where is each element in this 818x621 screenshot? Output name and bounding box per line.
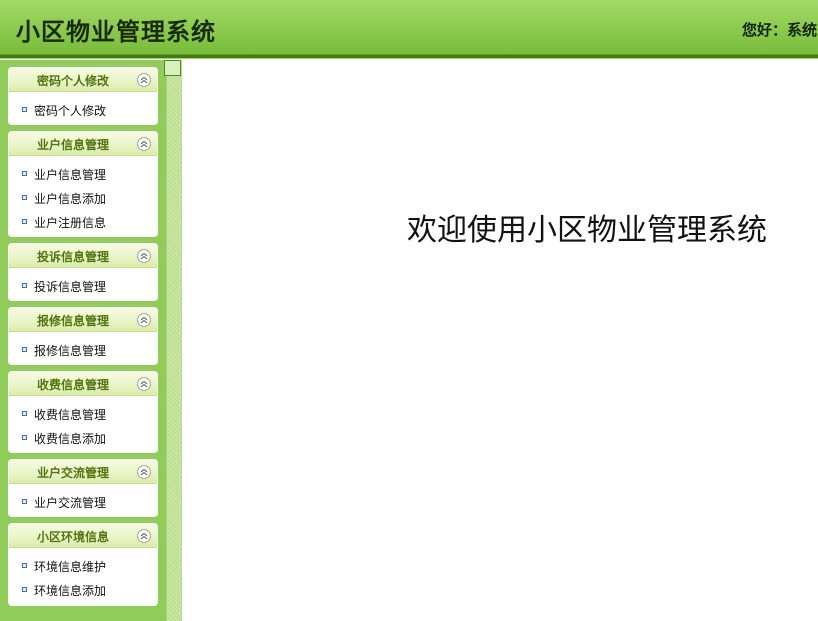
menu-item-label: 收费信息管理 (34, 408, 107, 422)
sidebar: 密码个人修改 密码个人修改 业户信息管理 业户信息管理 业户信息添加 业户注册信… (0, 60, 166, 621)
menu-item-fee-manage[interactable]: 收费信息管理 (9, 401, 157, 425)
panel-title: 业户信息管理 (36, 138, 109, 152)
menu-item-label: 业户信息添加 (34, 192, 107, 206)
menu-item-label: 投诉信息管理 (34, 280, 107, 294)
chevron-up-icon[interactable] (137, 73, 151, 87)
menu-item-password-edit[interactable]: 密码个人修改 (9, 97, 157, 121)
panel-header[interactable]: 收费信息管理 (9, 372, 157, 396)
app-title: 小区物业管理系统 (16, 18, 216, 46)
square-bullet-icon (22, 411, 27, 416)
chevron-up-icon[interactable] (137, 249, 151, 263)
menu-item-label: 业户交流管理 (34, 496, 107, 510)
chevron-up-icon[interactable] (137, 137, 151, 151)
chevron-up-icon[interactable] (137, 313, 151, 327)
panel-header[interactable]: 业户交流管理 (9, 460, 157, 484)
sidebar-splitter[interactable] (166, 60, 182, 621)
panel-header[interactable]: 投诉信息管理 (9, 244, 157, 268)
menu-item-label: 业户信息管理 (34, 168, 107, 182)
square-bullet-icon (22, 587, 27, 592)
panel-complaints: 投诉信息管理 投诉信息管理 (8, 243, 158, 301)
square-bullet-icon (22, 563, 27, 568)
panel-header[interactable]: 密码个人修改 (9, 68, 157, 92)
header-bar: 小区物业管理系统 您好：系统 (0, 0, 818, 55)
menu-item-environment-add[interactable]: 环境信息添加 (9, 577, 157, 601)
menu-item-label: 环境信息维护 (34, 560, 107, 574)
menu-item-label: 环境信息添加 (34, 584, 107, 598)
sidebar-collapse-button[interactable] (164, 60, 181, 76)
menu-item-environment-maintain[interactable]: 环境信息维护 (9, 553, 157, 577)
menu-item-label: 密码个人修改 (34, 104, 107, 118)
chevron-up-icon[interactable] (137, 377, 151, 391)
welcome-message: 欢迎使用小区物业管理系统 (407, 213, 767, 248)
menu-item-communication-manage[interactable]: 业户交流管理 (9, 489, 157, 513)
menu-item-label: 业户注册信息 (34, 216, 107, 230)
main-content: 欢迎使用小区物业管理系统 (182, 60, 818, 621)
panel-fees: 收费信息管理 收费信息管理 收费信息添加 (8, 371, 158, 453)
panel-environment: 小区环境信息 环境信息维护 环境信息添加 (8, 523, 158, 606)
square-bullet-icon (22, 219, 27, 224)
square-bullet-icon (22, 171, 27, 176)
panel-header[interactable]: 小区环境信息 (9, 524, 157, 548)
user-greeting: 您好：系统 (742, 21, 818, 39)
square-bullet-icon (22, 435, 27, 440)
square-bullet-icon (22, 347, 27, 352)
panel-repairs: 报修信息管理 报修信息管理 (8, 307, 158, 365)
square-bullet-icon (22, 283, 27, 288)
square-bullet-icon (22, 499, 27, 504)
square-bullet-icon (22, 195, 27, 200)
menu-item-owner-add[interactable]: 业户信息添加 (9, 185, 157, 209)
menu-item-owner-manage[interactable]: 业户信息管理 (9, 161, 157, 185)
panel-owner-info: 业户信息管理 业户信息管理 业户信息添加 业户注册信息 (8, 131, 158, 237)
panel-header[interactable]: 业户信息管理 (9, 132, 157, 156)
panel-title: 业户交流管理 (36, 466, 109, 480)
menu-item-repair-manage[interactable]: 报修信息管理 (9, 337, 157, 361)
panel-header[interactable]: 报修信息管理 (9, 308, 157, 332)
chevron-up-icon[interactable] (137, 465, 151, 479)
menu-item-fee-add[interactable]: 收费信息添加 (9, 425, 157, 449)
panel-communication: 业户交流管理 业户交流管理 (8, 459, 158, 517)
panel-title: 收费信息管理 (36, 378, 109, 392)
menu-item-complaint-manage[interactable]: 投诉信息管理 (9, 273, 157, 297)
panel-password: 密码个人修改 密码个人修改 (8, 67, 158, 125)
header-divider (0, 55, 818, 59)
menu-item-label: 报修信息管理 (34, 344, 107, 358)
panel-title: 密码个人修改 (36, 74, 109, 88)
panel-title: 小区环境信息 (36, 530, 109, 544)
panel-title: 投诉信息管理 (36, 250, 109, 264)
panel-title: 报修信息管理 (36, 314, 109, 328)
square-bullet-icon (22, 107, 27, 112)
menu-item-label: 收费信息添加 (34, 432, 107, 446)
chevron-up-icon[interactable] (137, 529, 151, 543)
menu-item-owner-register[interactable]: 业户注册信息 (9, 209, 157, 233)
